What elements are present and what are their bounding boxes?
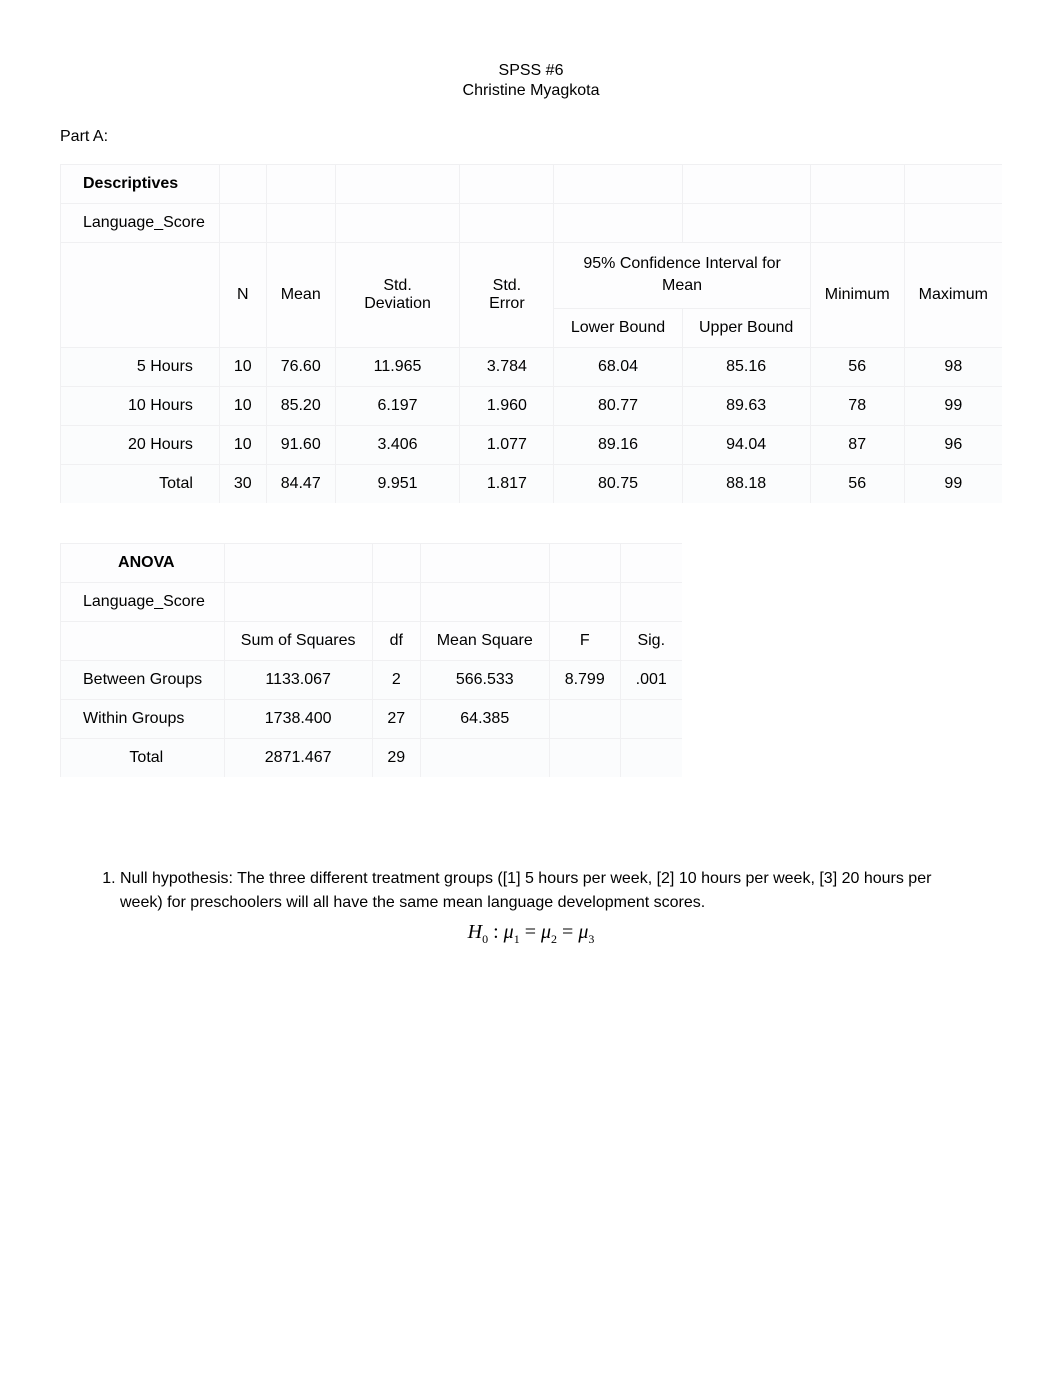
cell: 9.951 xyxy=(335,464,460,503)
cell xyxy=(549,738,620,777)
descriptives-subtitle: Language_Score xyxy=(60,203,219,242)
col-std-dev: Std. Deviation xyxy=(335,242,460,347)
col-std-err: Std. Error xyxy=(459,242,553,347)
cell: 84.47 xyxy=(266,464,335,503)
cell: 99 xyxy=(904,386,1002,425)
notes-section: Null hypothesis: The three different tre… xyxy=(60,867,1002,947)
table-row: 5 Hours 10 76.60 11.965 3.784 68.04 85.1… xyxy=(60,347,1002,386)
col-sig: Sig. xyxy=(620,621,682,660)
row-label: 5 Hours xyxy=(60,347,219,386)
cell: 30 xyxy=(219,464,266,503)
cell: 89.63 xyxy=(682,386,810,425)
table-row: 10 Hours 10 85.20 6.197 1.960 80.77 89.6… xyxy=(60,386,1002,425)
anova-table-wrap: ANOVA Language_Score Sum of Squares df M… xyxy=(60,543,1002,777)
cell: 89.16 xyxy=(553,425,681,464)
cell: 1.817 xyxy=(459,464,553,503)
col-upper: Upper Bound xyxy=(682,308,810,347)
cell: 88.18 xyxy=(682,464,810,503)
cell xyxy=(620,738,682,777)
cell: .001 xyxy=(620,660,682,699)
col-lower: Lower Bound xyxy=(553,308,681,347)
col-f: F xyxy=(549,621,620,660)
cell: 56 xyxy=(810,464,904,503)
cell xyxy=(420,738,549,777)
row-label: 20 Hours xyxy=(60,425,219,464)
cell: 1133.067 xyxy=(224,660,372,699)
cell: 8.799 xyxy=(549,660,620,699)
table-row: Total 30 84.47 9.951 1.817 80.75 88.18 5… xyxy=(60,464,1002,503)
cell: 85.20 xyxy=(266,386,335,425)
descriptives-table: Descriptives Language_Score N Mean St xyxy=(60,164,1002,503)
cell: 2871.467 xyxy=(224,738,372,777)
hypothesis-equation: H0 : μ1 = μ2 = μ3 xyxy=(60,921,1002,947)
cell xyxy=(549,699,620,738)
cell: 27 xyxy=(372,699,420,738)
header-title: SPSS #6 xyxy=(60,62,1002,80)
cell: 6.197 xyxy=(335,386,460,425)
cell: 68.04 xyxy=(553,347,681,386)
anova-title: ANOVA xyxy=(60,543,224,582)
row-label: Total xyxy=(60,464,219,503)
cell: 76.60 xyxy=(266,347,335,386)
cell: 78 xyxy=(810,386,904,425)
cell: 99 xyxy=(904,464,1002,503)
cell: 85.16 xyxy=(682,347,810,386)
cell: 10 xyxy=(219,347,266,386)
anova-table: ANOVA Language_Score Sum of Squares df M… xyxy=(60,543,682,777)
col-mean: Mean xyxy=(266,242,335,347)
table-row: Within Groups 1738.400 27 64.385 xyxy=(60,699,682,738)
col-ss: Sum of Squares xyxy=(224,621,372,660)
col-ms: Mean Square xyxy=(420,621,549,660)
cell: 2 xyxy=(372,660,420,699)
cell: 96 xyxy=(904,425,1002,464)
cell xyxy=(620,699,682,738)
col-min: Minimum xyxy=(810,242,904,347)
anova-subtitle: Language_Score xyxy=(60,582,224,621)
cell: 29 xyxy=(372,738,420,777)
cell: 10 xyxy=(219,386,266,425)
cell: 56 xyxy=(810,347,904,386)
cell: 10 xyxy=(219,425,266,464)
cell: 1.960 xyxy=(459,386,553,425)
document-header: SPSS #6 Christine Myagkota xyxy=(60,62,1002,100)
cell: 64.385 xyxy=(420,699,549,738)
descriptives-title: Descriptives xyxy=(60,164,219,203)
header-author: Christine Myagkota xyxy=(60,82,1002,100)
row-label: Between Groups xyxy=(60,660,224,699)
cell: 1738.400 xyxy=(224,699,372,738)
part-label: Part A: xyxy=(60,128,1002,146)
table-row: 20 Hours 10 91.60 3.406 1.077 89.16 94.0… xyxy=(60,425,1002,464)
cell: 1.077 xyxy=(459,425,553,464)
table-row: Between Groups 1133.067 2 566.533 8.799 … xyxy=(60,660,682,699)
row-label: 10 Hours xyxy=(60,386,219,425)
cell: 11.965 xyxy=(335,347,460,386)
null-hypothesis-text: Null hypothesis: The three different tre… xyxy=(120,867,978,915)
row-label: Total xyxy=(60,738,224,777)
col-max: Maximum xyxy=(904,242,1002,347)
table-row: Total 2871.467 29 xyxy=(60,738,682,777)
cell: 80.75 xyxy=(553,464,681,503)
cell: 80.77 xyxy=(553,386,681,425)
col-df: df xyxy=(372,621,420,660)
descriptives-table-wrap: Descriptives Language_Score N Mean St xyxy=(60,164,1002,503)
cell: 94.04 xyxy=(682,425,810,464)
cell: 98 xyxy=(904,347,1002,386)
cell: 91.60 xyxy=(266,425,335,464)
cell: 87 xyxy=(810,425,904,464)
cell: 3.406 xyxy=(335,425,460,464)
cell: 566.533 xyxy=(420,660,549,699)
cell: 3.784 xyxy=(459,347,553,386)
col-ci-header: 95% Confidence Interval for Mean xyxy=(553,242,809,308)
col-n: N xyxy=(219,242,266,347)
row-label: Within Groups xyxy=(60,699,224,738)
